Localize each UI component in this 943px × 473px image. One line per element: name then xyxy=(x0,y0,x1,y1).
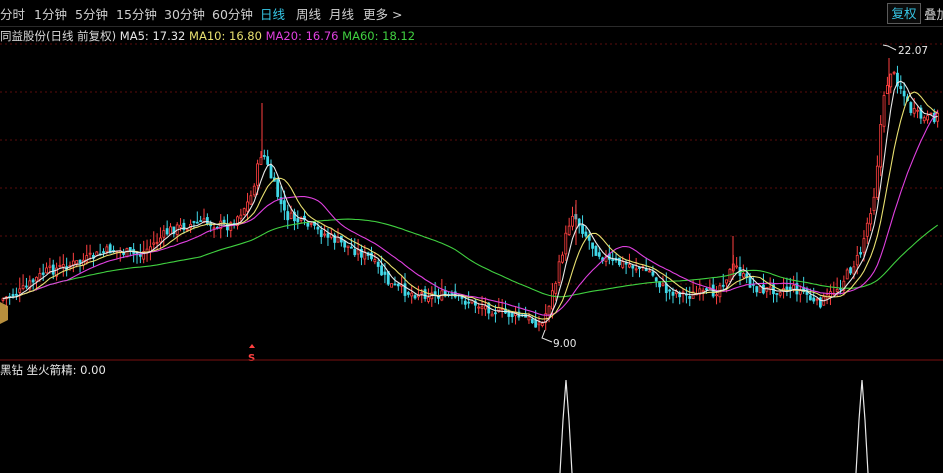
chart-grid xyxy=(0,43,943,285)
signal-s-label: S xyxy=(248,353,255,364)
high-label: 22.07 xyxy=(898,45,928,57)
indicator-spikes xyxy=(559,379,869,473)
low-annotation: 9.00 xyxy=(541,329,576,350)
candlestick-chart[interactable]: 22.07 9.00 S xyxy=(0,0,943,473)
high-annotation: 22.07 xyxy=(882,44,928,57)
signal-marker: S xyxy=(248,344,255,364)
low-label: 9.00 xyxy=(553,338,576,350)
